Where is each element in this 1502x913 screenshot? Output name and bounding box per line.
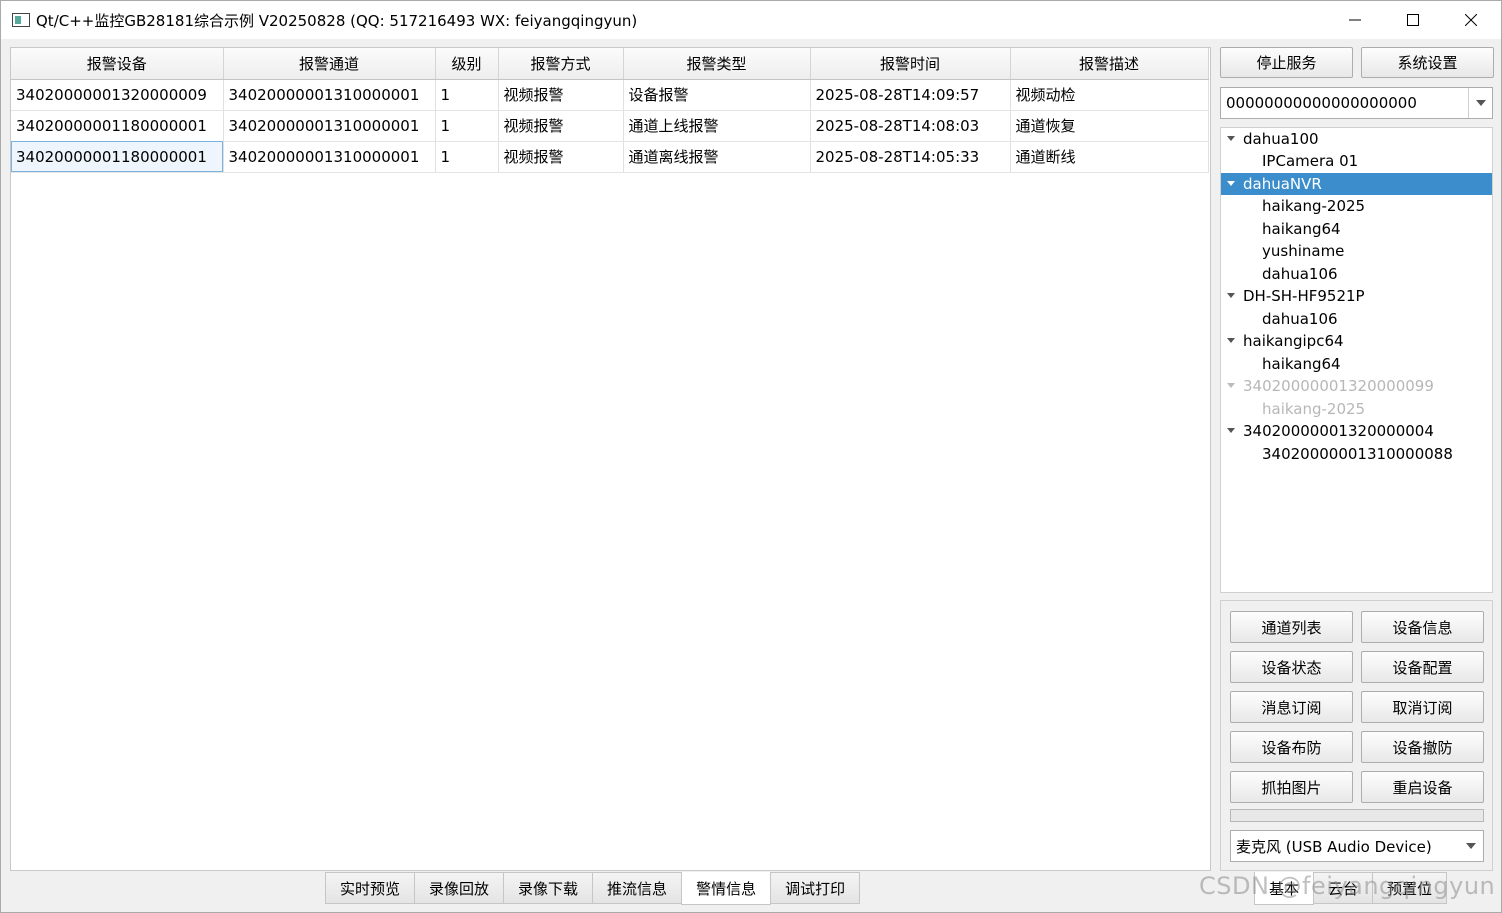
device-tree[interactable]: dahua100 IPCamera 01 dahuaNVR haikang-20… bbox=[1220, 127, 1493, 593]
tab-alarm-info[interactable]: 警情信息 bbox=[681, 872, 772, 905]
tree-node[interactable]: dahua106 bbox=[1221, 263, 1492, 285]
unsubscribe-button[interactable]: 取消订阅 bbox=[1361, 691, 1484, 723]
tree-node-offline[interactable]: haikang-2025 bbox=[1221, 398, 1492, 420]
maximize-button[interactable] bbox=[1384, 1, 1442, 39]
expand-caret-icon[interactable] bbox=[1227, 181, 1235, 186]
table-cell-selected[interactable]: 34020000001180000001 bbox=[11, 141, 224, 173]
snapshot-button[interactable]: 抓拍图片 bbox=[1230, 771, 1353, 803]
table-cell[interactable]: 2025-08-28T14:09:57 bbox=[810, 79, 1011, 111]
channel-list-button[interactable]: 通道列表 bbox=[1230, 611, 1353, 643]
device-status-button[interactable]: 设备状态 bbox=[1230, 651, 1353, 683]
column-header-description[interactable]: 报警描述 bbox=[1010, 48, 1209, 80]
tree-node-selected[interactable]: dahuaNVR bbox=[1221, 173, 1492, 195]
minimize-icon bbox=[1349, 19, 1361, 21]
table-cell[interactable]: 通道离线报警 bbox=[623, 141, 811, 173]
close-button[interactable] bbox=[1442, 1, 1500, 39]
table-cell[interactable]: 34020000001310000001 bbox=[223, 141, 436, 173]
alarm-table[interactable]: 报警设备 报警通道 级别 报警方式 报警类型 报警时间 报警描述 3402000… bbox=[10, 47, 1211, 871]
table-header-row: 报警设备 报警通道 级别 报警方式 报警类型 报警时间 报警描述 bbox=[11, 48, 1209, 80]
expand-caret-icon[interactable] bbox=[1227, 338, 1235, 343]
table-cell[interactable]: 2025-08-28T14:05:33 bbox=[810, 141, 1011, 173]
tree-node[interactable]: haikangipc64 bbox=[1221, 330, 1492, 352]
min-button[interactable] bbox=[1326, 1, 1384, 39]
column-header-level[interactable]: 级别 bbox=[435, 48, 499, 80]
table-cell[interactable]: 1 bbox=[435, 141, 499, 173]
main-tab-bar: 实时预览 录像回放 录像下载 推流信息 警情信息 调试打印 bbox=[325, 872, 861, 905]
progress-bar bbox=[1230, 809, 1484, 822]
title-bar: Qt/C++监控GB28181综合示例 V20250828 (QQ: 51721… bbox=[1, 1, 1501, 39]
tree-node[interactable]: dahua100 bbox=[1221, 128, 1492, 150]
table-cell[interactable]: 通道断线 bbox=[1010, 141, 1209, 173]
table-row[interactable]: 34020000001320000009 3402000000131000000… bbox=[11, 79, 1209, 111]
reboot-device-button[interactable]: 重启设备 bbox=[1361, 771, 1484, 803]
expand-caret-icon[interactable] bbox=[1227, 428, 1235, 433]
tree-node[interactable]: haikang64 bbox=[1221, 353, 1492, 375]
window-title: Qt/C++监控GB28181综合示例 V20250828 (QQ: 51721… bbox=[36, 12, 638, 30]
tab-stream-info[interactable]: 推流信息 bbox=[592, 872, 683, 904]
tab-record-download[interactable]: 录像下载 bbox=[503, 872, 594, 904]
table-cell[interactable]: 视频报警 bbox=[498, 79, 624, 111]
audio-device-combo-value: 麦克风 (USB Audio Device) bbox=[1236, 837, 1432, 856]
device-id-combo[interactable]: 00000000000000000000 bbox=[1220, 87, 1493, 119]
column-header-device[interactable]: 报警设备 bbox=[11, 48, 224, 80]
table-cell[interactable]: 通道恢复 bbox=[1010, 110, 1209, 142]
table-cell[interactable]: 1 bbox=[435, 79, 499, 111]
table-cell[interactable]: 34020000001320000009 bbox=[11, 79, 224, 111]
system-settings-button[interactable]: 系统设置 bbox=[1361, 47, 1494, 78]
tree-node[interactable]: IPCamera 01 bbox=[1221, 150, 1492, 172]
stop-service-button[interactable]: 停止服务 bbox=[1220, 47, 1353, 78]
app-window: Qt/C++监控GB28181综合示例 V20250828 (QQ: 51721… bbox=[0, 0, 1502, 913]
disarm-device-button[interactable]: 设备撤防 bbox=[1361, 731, 1484, 763]
tree-node[interactable]: yushiname bbox=[1221, 240, 1492, 262]
table-row[interactable]: 34020000001180000001 3402000000131000000… bbox=[11, 110, 1209, 142]
table-cell[interactable]: 视频动检 bbox=[1010, 79, 1209, 111]
chevron-down-icon[interactable] bbox=[1468, 88, 1492, 118]
alarm-grid: 报警设备 报警通道 级别 报警方式 报警类型 报警时间 报警描述 3402000… bbox=[11, 48, 1209, 173]
expand-caret-icon[interactable] bbox=[1227, 136, 1235, 141]
tree-node[interactable]: dahua106 bbox=[1221, 308, 1492, 330]
table-cell[interactable]: 通道上线报警 bbox=[623, 110, 811, 142]
maximize-icon bbox=[1407, 14, 1419, 26]
column-header-time[interactable]: 报警时间 bbox=[810, 48, 1011, 80]
subscribe-button[interactable]: 消息订阅 bbox=[1230, 691, 1353, 723]
close-icon bbox=[1465, 14, 1477, 26]
table-cell[interactable]: 34020000001310000001 bbox=[223, 79, 436, 111]
app-icon bbox=[12, 13, 30, 27]
device-id-combo-value: 00000000000000000000 bbox=[1226, 94, 1417, 112]
table-cell[interactable]: 2025-08-28T14:08:03 bbox=[810, 110, 1011, 142]
tab-playback[interactable]: 录像回放 bbox=[414, 872, 505, 904]
expand-caret-icon[interactable] bbox=[1227, 383, 1235, 388]
audio-device-combo[interactable]: 麦克风 (USB Audio Device) bbox=[1230, 830, 1484, 862]
table-cell[interactable]: 视频报警 bbox=[498, 141, 624, 173]
tree-node-offline[interactable]: 34020000001320000099 bbox=[1221, 375, 1492, 397]
tree-node[interactable]: haikang64 bbox=[1221, 218, 1492, 240]
device-config-button[interactable]: 设备配置 bbox=[1361, 651, 1484, 683]
column-header-method[interactable]: 报警方式 bbox=[498, 48, 624, 80]
tree-node[interactable]: 34020000001320000004 bbox=[1221, 420, 1492, 442]
table-cell[interactable]: 1 bbox=[435, 110, 499, 142]
table-cell[interactable]: 34020000001310000001 bbox=[223, 110, 436, 142]
expand-caret-icon[interactable] bbox=[1227, 293, 1235, 298]
table-row[interactable]: 34020000001180000001 3402000000131000000… bbox=[11, 141, 1209, 173]
tab-debug-print[interactable]: 调试打印 bbox=[770, 872, 861, 904]
table-cell[interactable]: 视频报警 bbox=[498, 110, 624, 142]
table-cell[interactable]: 34020000001180000001 bbox=[11, 110, 224, 142]
column-header-type[interactable]: 报警类型 bbox=[623, 48, 811, 80]
chevron-down-icon[interactable] bbox=[1459, 831, 1483, 861]
device-info-button[interactable]: 设备信息 bbox=[1361, 611, 1484, 643]
tree-node[interactable]: DH-SH-HF9521P bbox=[1221, 285, 1492, 307]
arm-device-button[interactable]: 设备布防 bbox=[1230, 731, 1353, 763]
tab-live-preview[interactable]: 实时预览 bbox=[325, 872, 416, 904]
column-header-channel[interactable]: 报警通道 bbox=[223, 48, 436, 80]
watermark: CSDN @feiyangqingyun bbox=[1199, 872, 1496, 900]
tree-node[interactable]: 34020000001310000088 bbox=[1221, 443, 1492, 465]
tree-node[interactable]: haikang-2025 bbox=[1221, 195, 1492, 217]
table-cell[interactable]: 设备报警 bbox=[623, 79, 811, 111]
